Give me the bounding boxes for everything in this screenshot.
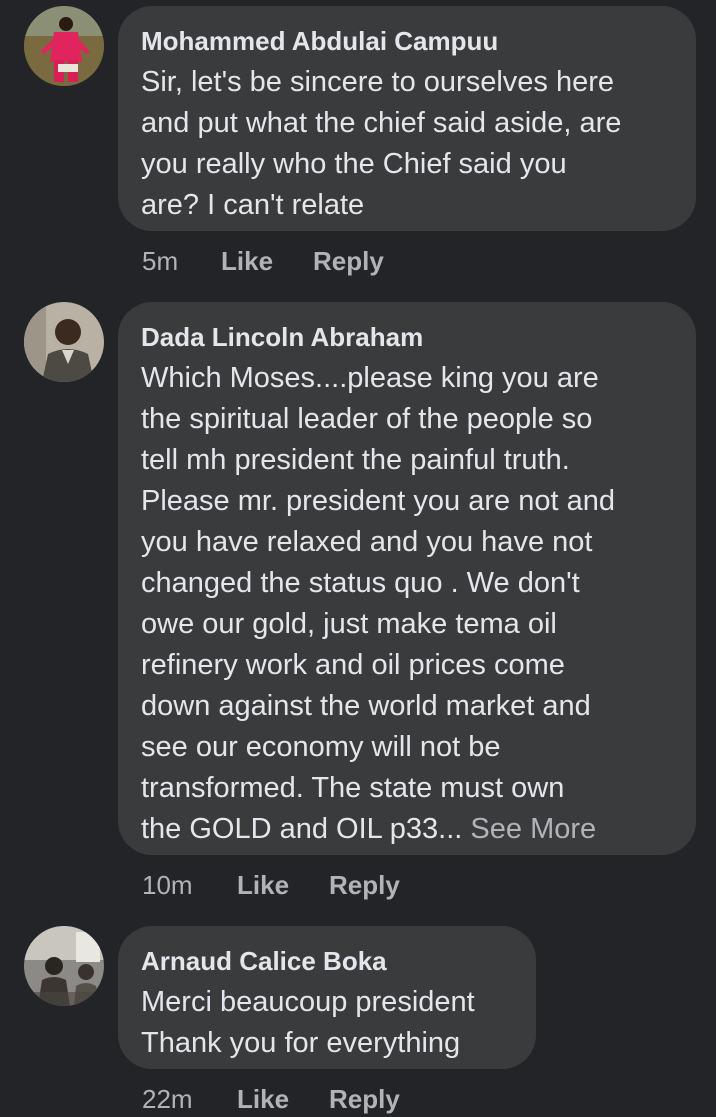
comment-text-line: down against the world market and bbox=[141, 690, 591, 722]
comment-author[interactable]: Arnaud Calice Boka bbox=[141, 946, 512, 976]
truncated-text: the GOLD and OIL p33... bbox=[141, 813, 463, 845]
comment-text-line: Sir, let's be sincere to ourselves here bbox=[141, 66, 614, 98]
comment-text-line: are? I can't relate bbox=[141, 189, 365, 221]
comment-text-line: Thank you for everything bbox=[141, 1027, 461, 1059]
comment-text: Merci beaucoup president Thank you for e… bbox=[141, 982, 512, 1064]
comment-bubble: Dada Lincoln Abraham Which Moses....plea… bbox=[118, 302, 696, 855]
comment-author[interactable]: Mohammed Abdulai Campuu bbox=[141, 26, 672, 56]
comment-text-line: see our economy will not be bbox=[141, 731, 501, 763]
comment-text-line: refinery work and oil prices come bbox=[141, 649, 565, 681]
comment-timestamp[interactable]: 5m bbox=[142, 246, 178, 277]
reply-button[interactable]: Reply bbox=[329, 1084, 400, 1115]
comment-text-line: you have relaxed and you have not bbox=[141, 526, 593, 558]
comment-text-line: the spiritual leader of the people so bbox=[141, 403, 593, 435]
comment-author[interactable]: Dada Lincoln Abraham bbox=[141, 322, 672, 352]
comment-text-line: changed the status quo . We don't bbox=[141, 567, 580, 599]
reply-button[interactable]: Reply bbox=[313, 246, 384, 277]
comment-text: Sir, let's be sincere to ourselves here … bbox=[141, 62, 672, 226]
comment-timestamp[interactable]: 10m bbox=[142, 870, 193, 901]
like-button[interactable]: Like bbox=[237, 1084, 289, 1115]
like-button[interactable]: Like bbox=[237, 870, 289, 901]
avatar[interactable] bbox=[24, 926, 104, 1006]
comment-text-line: Which Moses....please king you are bbox=[141, 362, 599, 394]
comment-text-line: and put what the chief said aside, are bbox=[141, 107, 622, 139]
avatar[interactable] bbox=[24, 302, 104, 382]
comment-text-line: the GOLD and OIL p33... See More bbox=[141, 809, 672, 850]
comment-text: Which Moses....please king you are the s… bbox=[141, 358, 672, 850]
comment-text-line: you really who the Chief said you bbox=[141, 148, 567, 180]
comment-text-line: Please mr. president you are not and bbox=[141, 485, 615, 517]
comment-timestamp[interactable]: 22m bbox=[142, 1084, 193, 1115]
comment-text-line: Merci beaucoup president bbox=[141, 986, 475, 1018]
like-button[interactable]: Like bbox=[221, 246, 273, 277]
comment-text-line: owe our gold, just make tema oil bbox=[141, 608, 557, 640]
comment-bubble: Arnaud Calice Boka Merci beaucoup presid… bbox=[118, 926, 536, 1069]
reply-button[interactable]: Reply bbox=[329, 870, 400, 901]
comment-text-line: tell mh president the painful truth. bbox=[141, 444, 570, 476]
avatar[interactable] bbox=[24, 6, 104, 86]
see-more-link[interactable]: See More bbox=[470, 813, 596, 845]
comment-bubble: Mohammed Abdulai Campuu Sir, let's be si… bbox=[118, 6, 696, 231]
comment-text-line: transformed. The state must own bbox=[141, 772, 565, 804]
